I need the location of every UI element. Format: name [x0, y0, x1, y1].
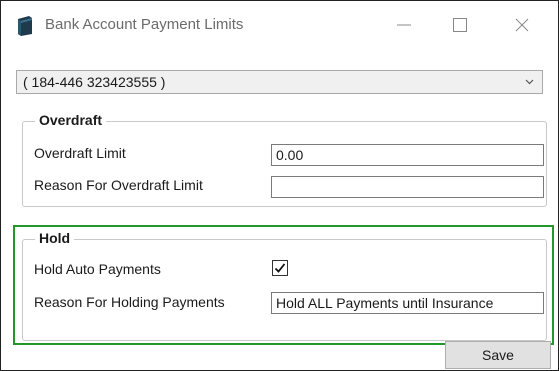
minimize-icon	[397, 24, 411, 26]
maximize-button[interactable]	[442, 11, 478, 39]
title-bar: Bank Account Payment Limits	[1, 1, 558, 49]
close-icon	[515, 18, 529, 32]
save-button[interactable]: Save	[445, 341, 551, 369]
window-title: Bank Account Payment Limits	[45, 16, 244, 33]
account-select[interactable]: ( 184-446 323423555 )	[16, 70, 543, 94]
overdraft-limit-label: Overdraft Limit	[34, 145, 126, 161]
overdraft-limit-input[interactable]: 0.00	[271, 144, 544, 166]
overdraft-legend: Overdraft	[35, 112, 107, 128]
payment-limits-window: Bank Account Payment Limits ( 184-446 32…	[0, 0, 559, 371]
overdraft-reason-label: Reason For Overdraft Limit	[34, 177, 203, 193]
chevron-down-icon	[525, 79, 534, 85]
bank-database-icon	[15, 15, 35, 37]
overdraft-reason-input[interactable]	[271, 176, 544, 198]
close-button[interactable]	[504, 11, 540, 39]
account-select-value: ( 184-446 323423555 )	[23, 74, 166, 90]
maximize-icon	[453, 18, 467, 32]
minimize-button[interactable]	[386, 11, 422, 39]
hold-section-highlight	[13, 225, 554, 345]
